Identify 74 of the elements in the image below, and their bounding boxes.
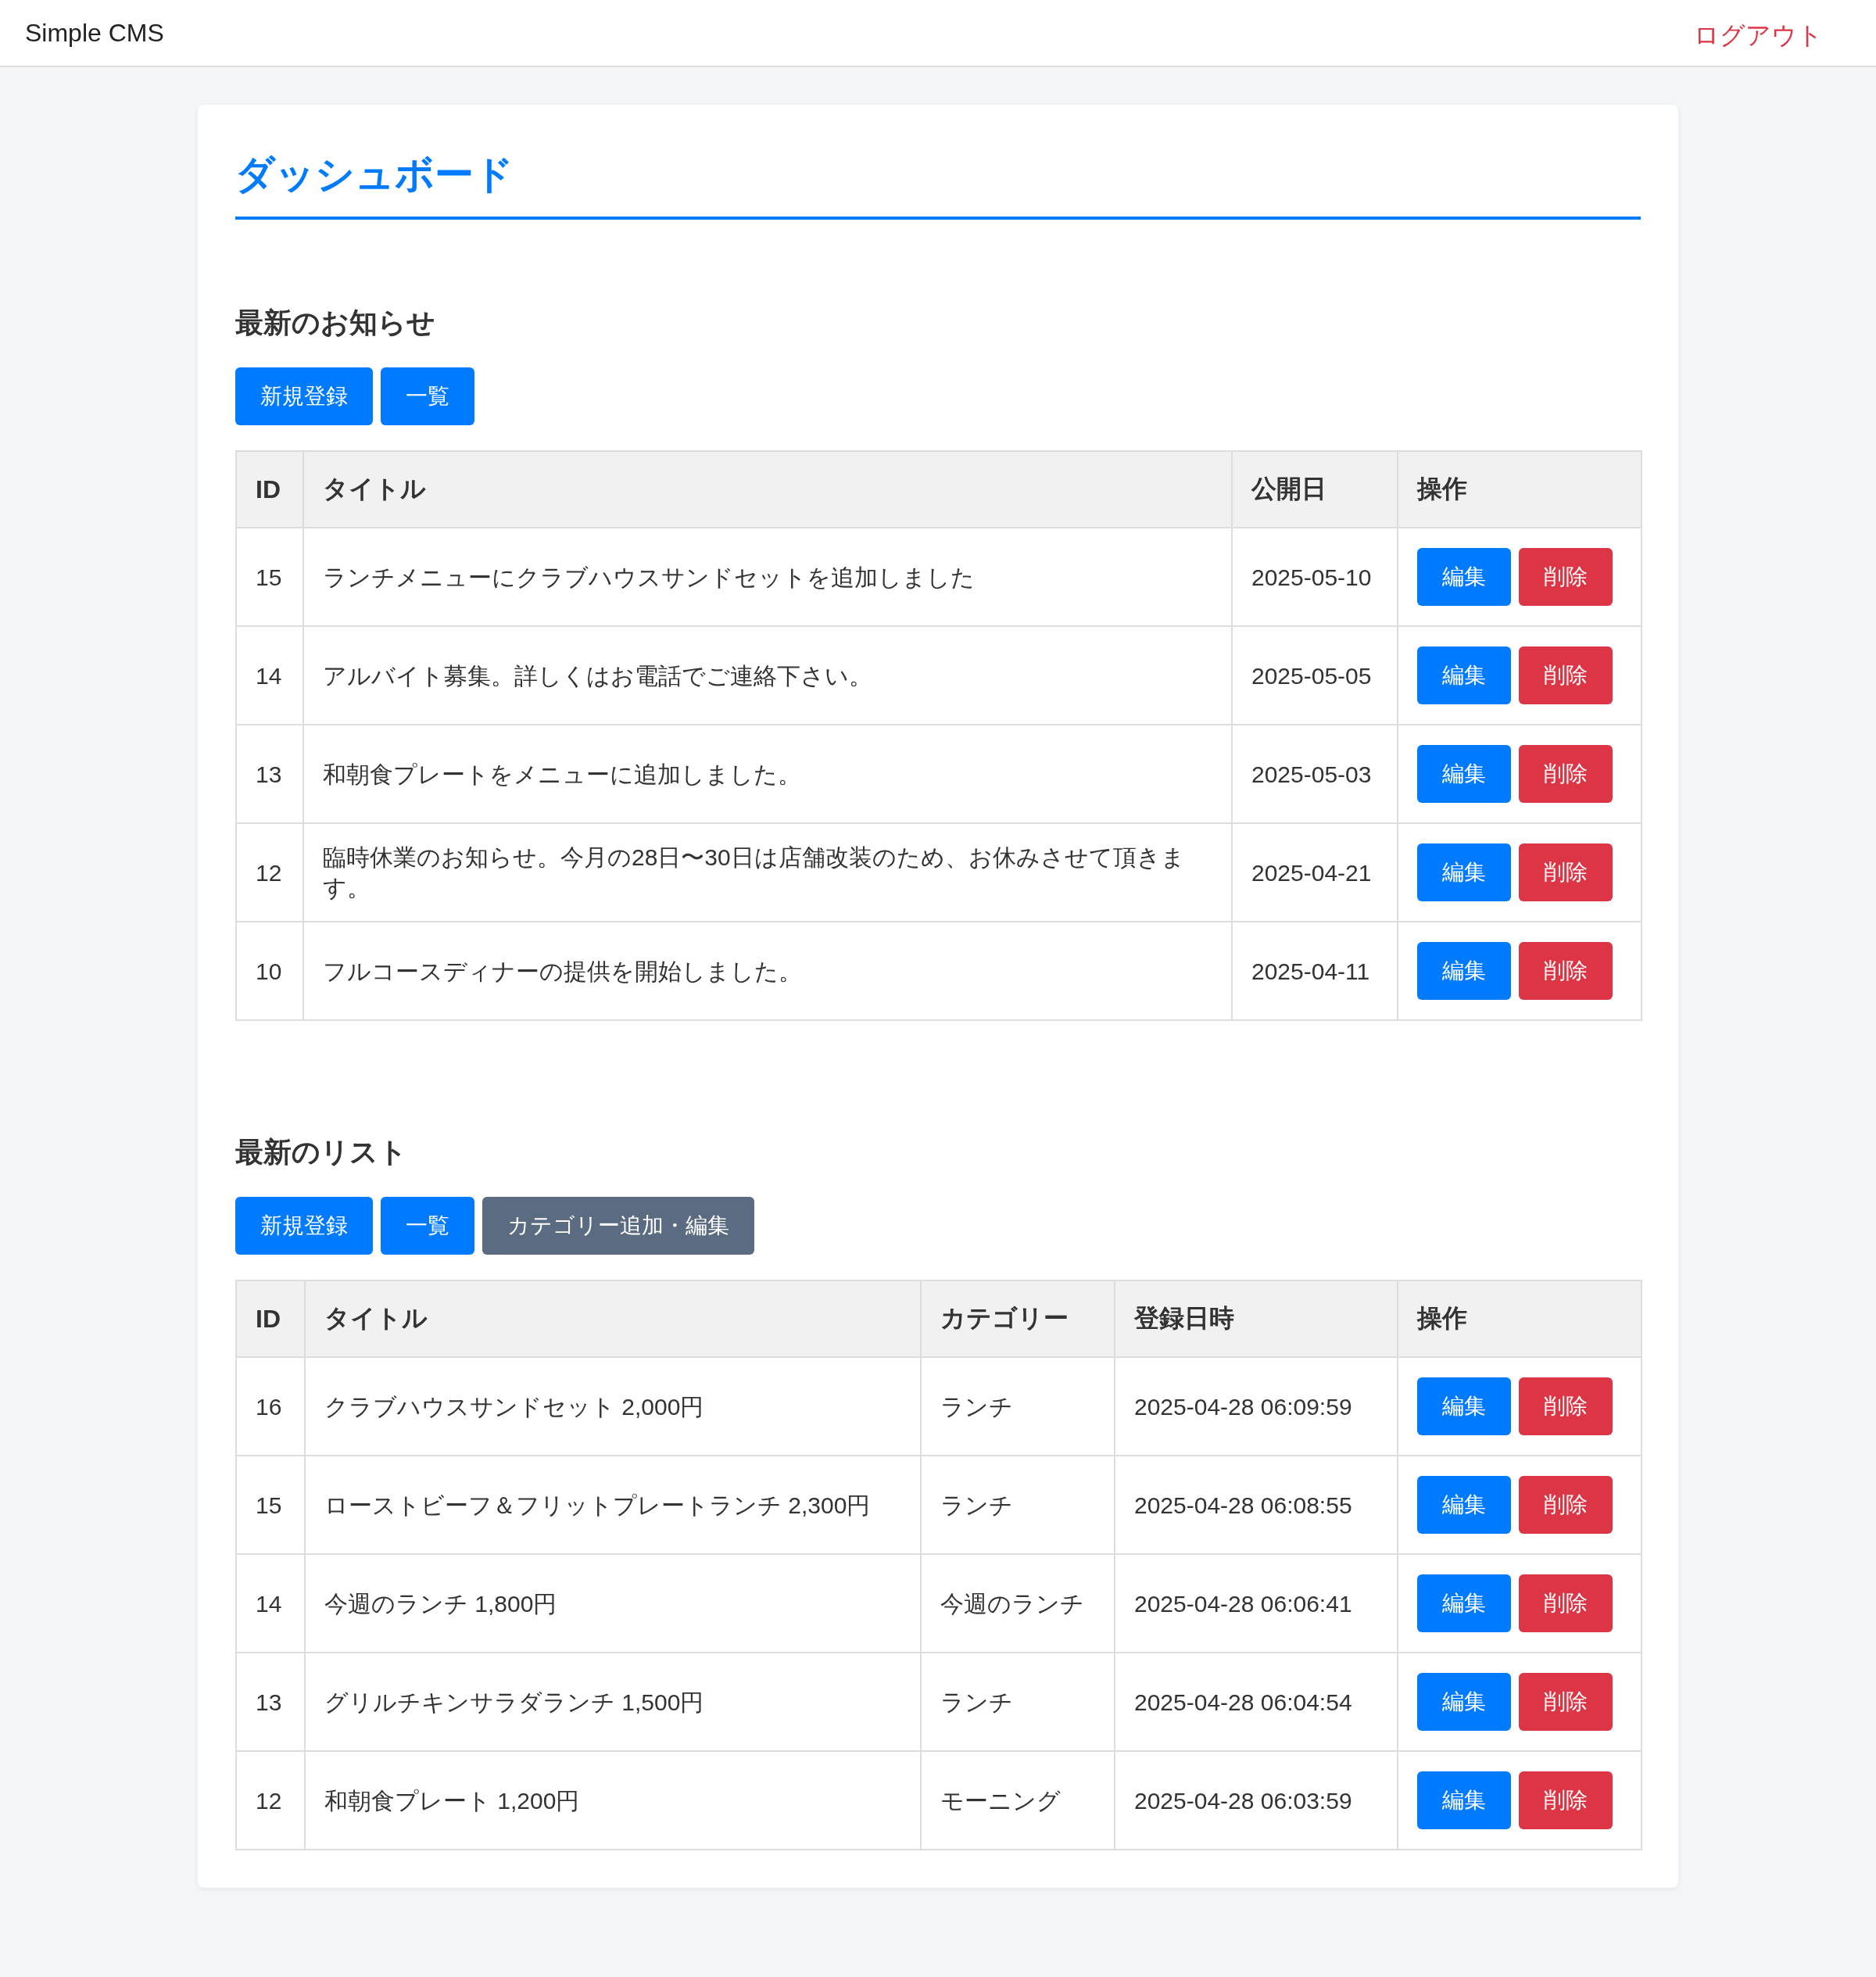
table-cell: ランチ [921, 1456, 1115, 1554]
table-cell: 15 [236, 1456, 305, 1554]
row-button[interactable]: 削除 [1519, 646, 1613, 704]
row-button[interactable]: 削除 [1519, 1574, 1613, 1632]
table-cell: 臨時休業のお知らせ。今月の28日〜30日は店舗改装のため、お休みさせて頂きます。 [303, 823, 1232, 922]
row-button[interactable]: 編集 [1417, 843, 1511, 901]
page-title: ダッシュボード [235, 142, 1641, 220]
column-header: 操作 [1398, 451, 1642, 528]
table-cell: 13 [236, 1653, 305, 1751]
table-cell: アルバイト募集。詳しくはお電話でご連絡下さい。 [303, 626, 1232, 725]
table-cell: 13 [236, 725, 303, 823]
table-cell: ランチメニューにクラブハウスサンドセットを追加しました [303, 528, 1232, 626]
column-header: タイトル [303, 451, 1232, 528]
row-button[interactable]: 編集 [1417, 745, 1511, 803]
row-button[interactable]: 削除 [1519, 1377, 1613, 1435]
row-button[interactable]: 削除 [1519, 1771, 1613, 1829]
row-button[interactable]: 削除 [1519, 745, 1613, 803]
column-header: 操作 [1398, 1280, 1642, 1357]
action-button[interactable]: 一覧 [381, 367, 474, 425]
table-cell: ランチ [921, 1357, 1115, 1456]
table-cell: 今週のランチ 1,800円 [305, 1554, 921, 1653]
row-button[interactable]: 削除 [1519, 843, 1613, 901]
row-button[interactable]: 削除 [1519, 548, 1613, 606]
table-cell: 2025-04-28 06:03:59 [1115, 1751, 1398, 1850]
row-button[interactable]: 編集 [1417, 1771, 1511, 1829]
row-button[interactable]: 編集 [1417, 1574, 1511, 1632]
column-header: 登録日時 [1115, 1280, 1398, 1357]
table-cell: クラブハウスサンドセット 2,000円 [305, 1357, 921, 1456]
table-cell: フルコースディナーの提供を開始しました。 [303, 922, 1232, 1020]
row-button[interactable]: 編集 [1417, 1377, 1511, 1435]
table-cell: 2025-04-28 06:09:59 [1115, 1357, 1398, 1456]
table-cell: グリルチキンサラダランチ 1,500円 [305, 1653, 921, 1751]
brand-name: Simple CMS [25, 18, 164, 48]
table-cell: 2025-05-05 [1232, 626, 1398, 725]
table-cell: 2025-04-28 06:04:54 [1115, 1653, 1398, 1751]
column-header: ID [236, 451, 303, 528]
action-button[interactable]: 新規登録 [235, 367, 373, 425]
row-button[interactable]: 編集 [1417, 646, 1511, 704]
table-cell: 10 [236, 922, 303, 1020]
table-cell: 12 [236, 1751, 305, 1850]
column-header: タイトル [305, 1280, 921, 1357]
table-cell: 2025-05-03 [1232, 725, 1398, 823]
table-cell: モーニング [921, 1751, 1115, 1850]
table-cell: 14 [236, 1554, 305, 1653]
section-heading: 最新のリスト [235, 1135, 408, 1169]
table-cell: 2025-04-21 [1232, 823, 1398, 922]
action-button[interactable]: 一覧 [381, 1197, 474, 1255]
column-header: ID [236, 1280, 305, 1357]
column-header: カテゴリー [921, 1280, 1115, 1357]
table-cell: 2025-04-11 [1232, 922, 1398, 1020]
action-button[interactable]: 新規登録 [235, 1197, 373, 1255]
section-heading: 最新のお知らせ [235, 306, 436, 340]
column-header: 公開日 [1232, 451, 1398, 528]
table-cell: 2025-05-10 [1232, 528, 1398, 626]
row-button[interactable]: 削除 [1519, 1673, 1613, 1731]
table-cell: 15 [236, 528, 303, 626]
table-cell: 2025-04-28 06:08:55 [1115, 1456, 1398, 1554]
table-cell: 和朝食プレート 1,200円 [305, 1751, 921, 1850]
table-cell: 和朝食プレートをメニューに追加しました。 [303, 725, 1232, 823]
row-button[interactable]: 編集 [1417, 1673, 1511, 1731]
row-button[interactable]: 編集 [1417, 1476, 1511, 1534]
row-button[interactable]: 削除 [1519, 1476, 1613, 1534]
row-button[interactable]: 編集 [1417, 548, 1511, 606]
row-button[interactable]: 削除 [1519, 942, 1613, 1000]
table-cell: 今週のランチ [921, 1554, 1115, 1653]
logout-link[interactable]: ログアウト [1694, 19, 1823, 53]
table-cell: ランチ [921, 1653, 1115, 1751]
table-cell: 12 [236, 823, 303, 922]
table-cell: 14 [236, 626, 303, 725]
table-cell: ローストビーフ＆フリットプレートランチ 2,300円 [305, 1456, 921, 1554]
action-button[interactable]: カテゴリー追加・編集 [482, 1197, 754, 1255]
table-cell: 2025-04-28 06:06:41 [1115, 1554, 1398, 1653]
table-cell: 16 [236, 1357, 305, 1456]
row-button[interactable]: 編集 [1417, 942, 1511, 1000]
